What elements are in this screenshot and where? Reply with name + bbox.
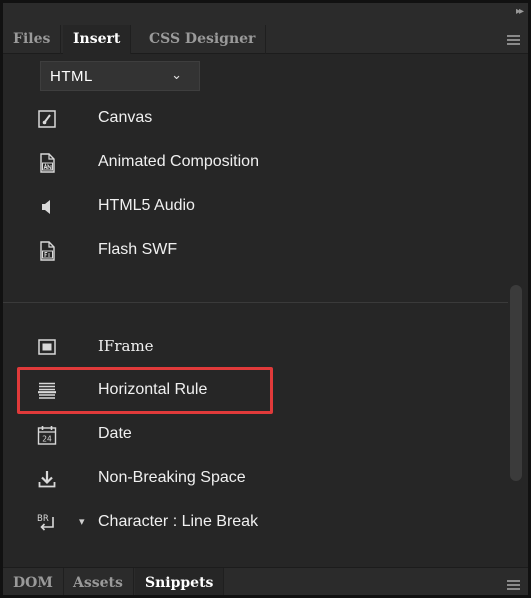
tab-snippets[interactable]: Snippets — [135, 568, 225, 595]
chevron-down-icon: ⌄ — [171, 67, 182, 82]
item-label: IFrame — [98, 337, 154, 355]
panel-menu-icon[interactable] — [507, 580, 520, 592]
line-break-icon: BR — [37, 514, 54, 531]
insert-item-iframe[interactable]: IFrame — [3, 327, 508, 367]
calendar-icon: 24 — [37, 426, 57, 445]
speaker-icon — [42, 200, 50, 214]
item-label: Flash SWF — [98, 241, 178, 258]
insert-item-canvas[interactable]: Canvas — [3, 99, 508, 139]
collapse-panel-icon[interactable]: ▸▸ — [516, 6, 524, 17]
insert-items-list: Canvas Animated Composition HTML5 Audio — [3, 99, 528, 577]
insert-item-non-breaking-space[interactable]: Non-Breaking Space — [3, 459, 508, 499]
flash-file-icon — [40, 241, 55, 261]
insert-item-character-line-break[interactable]: BR ▾ Character : Line Break — [3, 503, 508, 543]
category-dropdown-value: HTML — [50, 68, 93, 85]
insert-item-horizontal-rule[interactable]: Horizontal Rule — [3, 371, 508, 411]
iframe-icon — [38, 339, 56, 355]
item-label: Non-Breaking Space — [98, 469, 246, 486]
tab-files[interactable]: Files — [3, 25, 62, 54]
item-label: Animated Composition — [98, 153, 259, 170]
tab-css-designer[interactable]: CSS Designer — [139, 25, 267, 54]
bottom-tab-bar: DOM Assets Snippets — [3, 567, 528, 595]
animated-composition-icon — [40, 153, 55, 173]
insert-panel: ▸▸ Files Insert CSS Designer HTML ⌄ Canv… — [0, 0, 531, 598]
item-label: Horizontal Rule — [98, 381, 208, 398]
item-label: Date — [98, 425, 132, 442]
tab-assets[interactable]: Assets — [63, 568, 134, 595]
item-label: HTML5 Audio — [98, 197, 195, 214]
download-arrow-icon — [38, 471, 56, 488]
scrollbar[interactable] — [510, 25, 522, 501]
insert-item-html5-audio[interactable]: HTML5 Audio — [3, 187, 508, 227]
insert-item-date[interactable]: 24 Date — [3, 415, 508, 455]
expand-arrow-icon[interactable]: ▾ — [79, 515, 85, 528]
insert-item-animated-composition[interactable]: Animated Composition — [3, 143, 508, 183]
line-break-icon-text: BR — [37, 514, 49, 524]
panel-header-strip: ▸▸ — [3, 3, 528, 25]
panel-tab-bar: Files Insert CSS Designer — [3, 25, 528, 54]
canvas-icon — [38, 110, 56, 128]
tab-dom[interactable]: DOM — [3, 568, 64, 595]
category-dropdown[interactable]: HTML ⌄ — [40, 61, 200, 91]
tab-insert[interactable]: Insert — [63, 25, 132, 54]
item-label: Canvas — [98, 109, 153, 126]
insert-item-flash-swf[interactable]: Flash SWF — [3, 231, 508, 271]
scrollbar-thumb[interactable] — [510, 285, 522, 481]
section-divider — [3, 302, 508, 303]
horizontal-rule-icon — [38, 382, 56, 399]
calendar-icon-number: 24 — [42, 435, 52, 444]
item-label: Character : Line Break — [98, 513, 259, 530]
